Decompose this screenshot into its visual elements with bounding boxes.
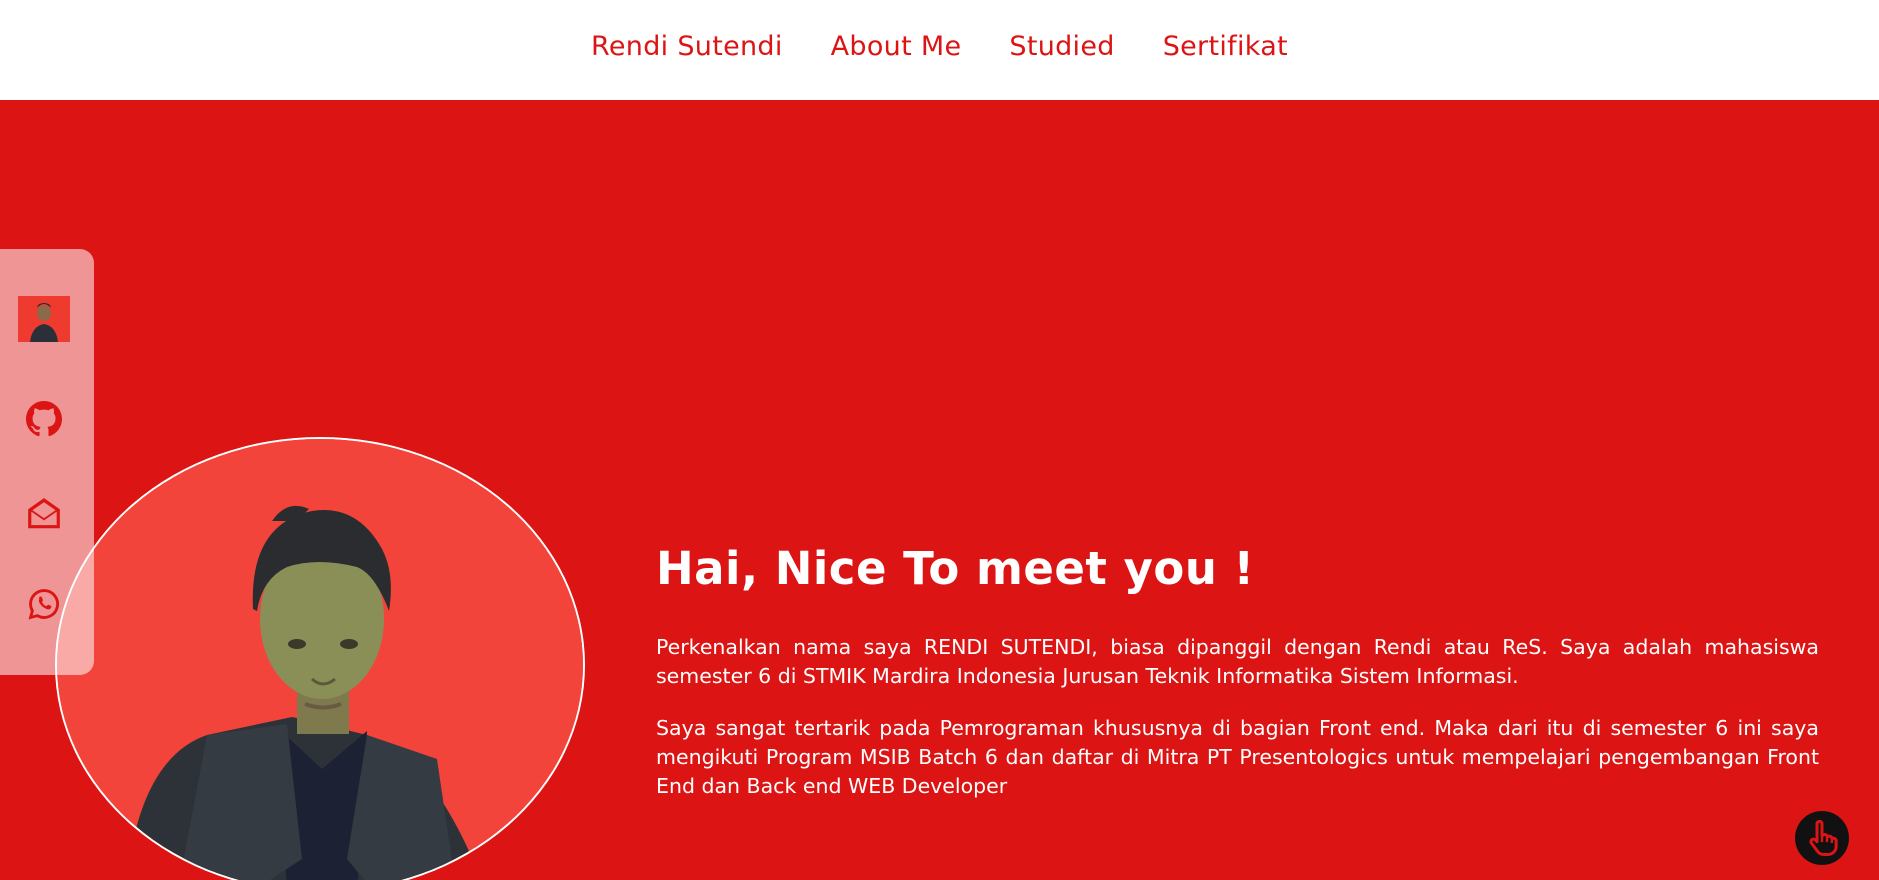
hero-section: Hai, Nice To meet you ! Perkenalkan nama… (0, 100, 1879, 880)
profile-photo (55, 437, 585, 880)
github-icon[interactable] (18, 396, 70, 442)
nav-link-studied[interactable]: Studied (1009, 31, 1114, 62)
intro-heading: Hai, Nice To meet you ! (656, 542, 1255, 595)
intro-paragraph-2: Saya sangat tertarik pada Pemrograman kh… (656, 716, 1819, 798)
avatar-thumbnail[interactable] (18, 296, 70, 342)
intro-paragraph-1: Perkenalkan nama saya RENDI SUTENDI, bia… (656, 635, 1819, 688)
social-sidebar (0, 249, 94, 675)
whatsapp-icon[interactable] (18, 581, 70, 627)
intro-content: Hai, Nice To meet you ! Perkenalkan nama… (656, 543, 1819, 824)
pointer-hand-icon[interactable] (1795, 811, 1849, 865)
nav-link-home[interactable]: Rendi Sutendi (591, 31, 783, 62)
nav-link-about-me[interactable]: About Me (831, 31, 962, 62)
top-navbar: Rendi Sutendi About Me Studied Sertifika… (0, 0, 1879, 100)
mail-icon[interactable] (18, 491, 70, 537)
nav-link-sertifikat[interactable]: Sertifikat (1163, 31, 1288, 62)
